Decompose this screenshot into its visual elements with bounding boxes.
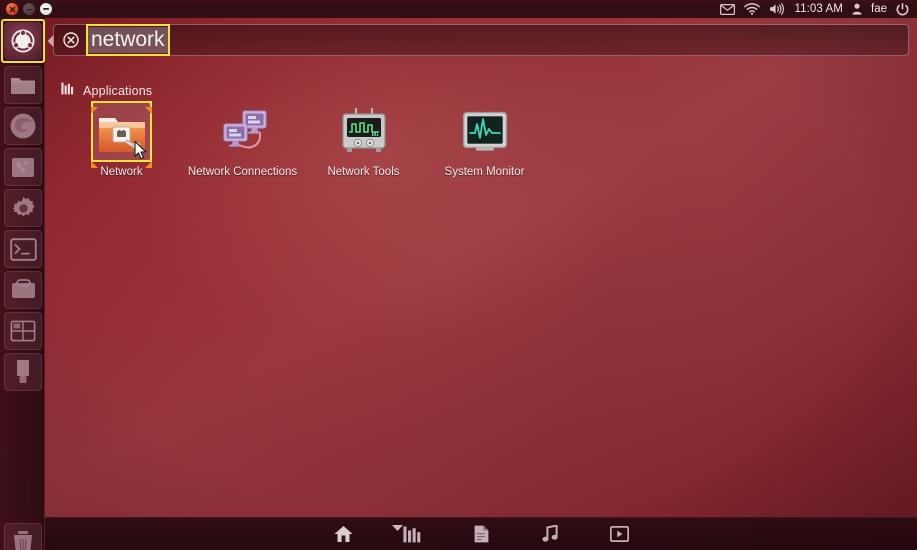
network-tools-icon	[338, 106, 390, 158]
launcher-item-trash[interactable]	[4, 523, 42, 550]
indicator-tray: 11:03 AM fae	[720, 2, 917, 16]
window-minimize-button[interactable]	[23, 3, 35, 15]
window-maximize-button[interactable]	[40, 3, 52, 15]
launcher-item-firefox[interactable]	[4, 107, 42, 145]
wifi-icon[interactable]	[744, 3, 761, 15]
search-input-wrapper[interactable]: network	[86, 24, 170, 56]
unity-dash: network Applications Network Network Con…	[45, 18, 917, 517]
network-folder-icon	[96, 106, 148, 158]
power-icon[interactable]	[896, 2, 909, 16]
result-item-label: System Monitor	[444, 166, 525, 178]
dash-results-grid: Network Network Connections Network Tool…	[61, 101, 901, 178]
dash-pointer-arrow	[47, 34, 54, 52]
search-input[interactable]: network	[88, 27, 168, 53]
result-item-network-tools[interactable]: Network Tools	[303, 102, 424, 178]
dash-lens-bar	[45, 517, 917, 550]
network-connections-icon	[217, 106, 269, 158]
result-item-system-monitor[interactable]: System Monitor	[424, 102, 545, 178]
launcher-item-software-center[interactable]	[4, 148, 42, 186]
lens-video[interactable]	[605, 522, 633, 546]
volume-icon[interactable]	[769, 3, 785, 15]
document-icon	[474, 525, 489, 543]
username-label[interactable]: fae	[871, 3, 887, 15]
launcher-item-files[interactable]	[4, 66, 42, 104]
clear-search-icon[interactable]	[63, 32, 79, 48]
result-item-network-connections[interactable]: Network Connections	[182, 102, 303, 178]
result-item-label: Network Connections	[187, 166, 298, 178]
launcher-item-system-settings[interactable]	[4, 189, 42, 227]
music-note-icon	[542, 525, 558, 543]
user-avatar-icon[interactable]	[852, 3, 862, 15]
top-panel: 11:03 AM fae	[0, 0, 917, 18]
launcher-item-terminal[interactable]	[4, 230, 42, 268]
lens-files[interactable]	[467, 522, 495, 546]
messaging-icon[interactable]	[720, 3, 736, 15]
active-lens-caret	[392, 518, 403, 536]
applications-icon	[403, 526, 421, 543]
lens-music[interactable]	[536, 522, 564, 546]
window-close-button[interactable]	[6, 3, 18, 15]
system-monitor-icon	[459, 106, 511, 158]
result-item-label: Network Tools	[327, 166, 400, 178]
clock[interactable]: 11:03 AM	[794, 3, 843, 15]
video-icon	[609, 526, 629, 542]
launcher-item-calculator[interactable]	[4, 312, 42, 350]
category-header-label: Applications	[83, 84, 153, 98]
launcher-item-usb-device[interactable]	[4, 353, 42, 391]
bfb-ubuntu-button[interactable]	[4, 22, 42, 60]
unity-launcher	[0, 18, 45, 550]
result-item-label: Network	[100, 166, 143, 178]
lens-home[interactable]	[329, 522, 357, 546]
dash-search-bar[interactable]: network	[53, 24, 909, 56]
launcher-item-text-editor[interactable]	[4, 271, 42, 309]
result-item-network[interactable]: Network	[61, 101, 182, 178]
applications-icon	[61, 82, 74, 100]
category-header-applications[interactable]: Applications	[61, 82, 152, 100]
home-icon	[334, 525, 353, 543]
